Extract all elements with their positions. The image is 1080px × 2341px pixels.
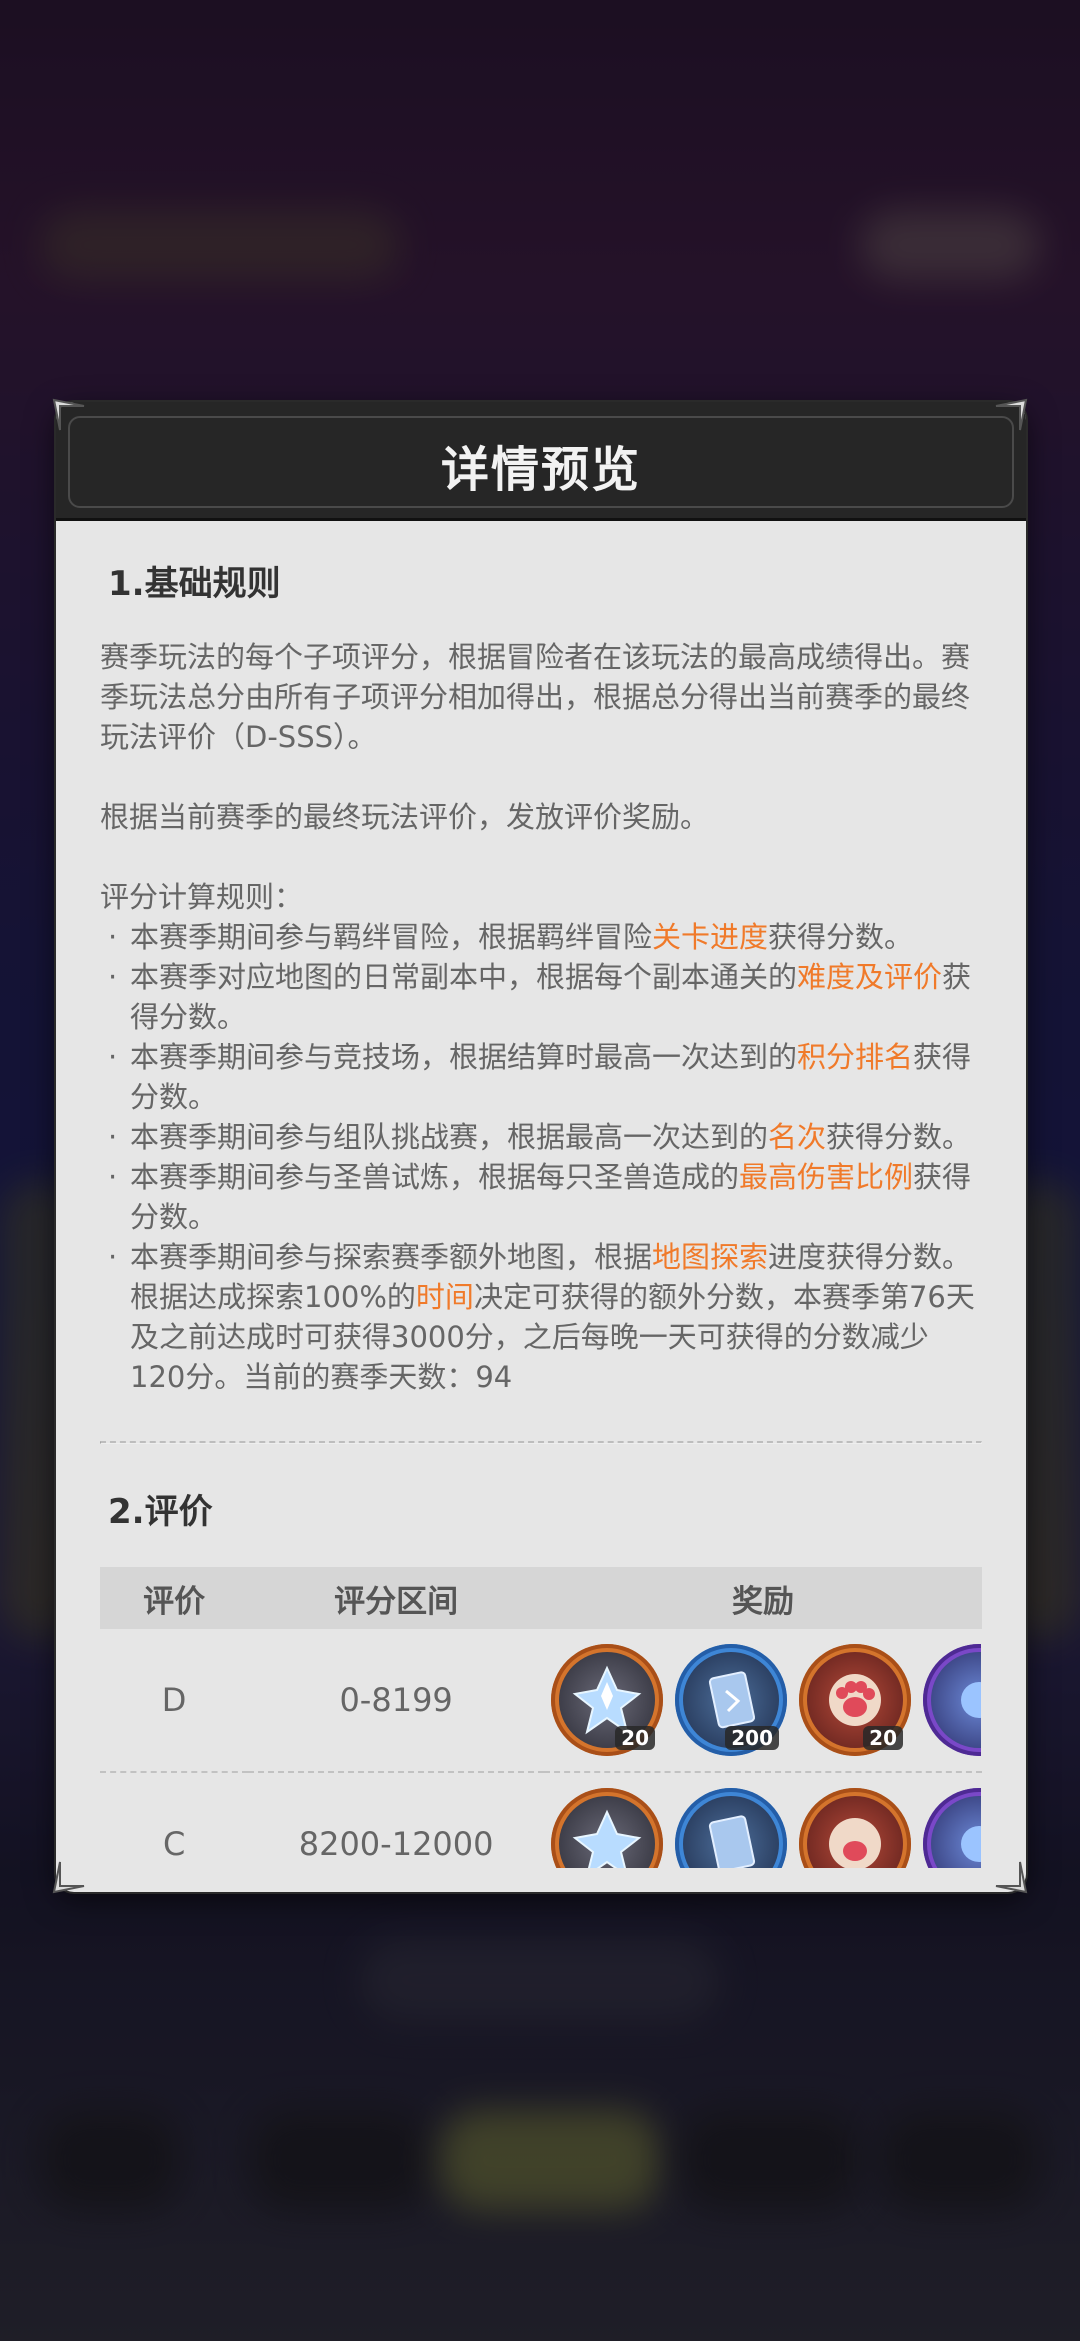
orb-icon xyxy=(961,1682,981,1718)
panel-header: 详情预览 xyxy=(56,402,1026,521)
table-row: D 0-8199 20 200 20 xyxy=(100,1629,982,1773)
section-title-basic-rules: 1.基础规则 xyxy=(100,556,295,611)
score-range-cell: 8200-12000 xyxy=(248,1772,544,1868)
reward-item[interactable] xyxy=(551,1788,663,1868)
paw-icon xyxy=(829,1674,881,1726)
crystal-icon xyxy=(572,1809,642,1868)
detail-preview-panel: 详情预览 1.基础规则 赛季玩法的每个子项评分，根据冒险者在该玩法的最高成绩得出… xyxy=(56,402,1026,1892)
rules-heading: 评分计算规则： xyxy=(100,880,304,914)
grade-cell: D xyxy=(100,1629,249,1773)
reward-note-text: 根据当前赛季的最终玩法评价，发放评价奖励。 xyxy=(100,800,710,834)
rule-item: 本赛季期间参与探索赛季额外地图，根据地图探索进度获得分数。根据达成探索100%的… xyxy=(100,1237,982,1397)
paw-icon xyxy=(829,1818,881,1868)
rewards-cell: 20 200 20 xyxy=(544,1629,982,1773)
rule-item: 本赛季对应地图的日常副本中，根据每个副本通关的难度及评价获得分数。 xyxy=(100,957,982,1037)
corner-ornament-top-right xyxy=(994,398,1028,432)
corner-ornament-top-left xyxy=(52,398,86,432)
corner-ornament-bottom-right xyxy=(994,1860,1028,1894)
rule-item: 本赛季期间参与竞技场，根据结算时最高一次达到的积分排名获得分数。 xyxy=(100,1037,982,1117)
intro-text: 赛季玩法的每个子项评分，根据冒险者在该玩法的最高成绩得出。赛季玩法总分由所有子项… xyxy=(100,640,971,754)
scoring-rules-list: 本赛季期间参与羁绊冒险，根据羁绊冒险关卡进度获得分数。 本赛季对应地图的日常副本… xyxy=(100,917,982,1397)
card-icon xyxy=(708,1671,756,1729)
reward-item[interactable] xyxy=(675,1788,787,1868)
reward-quantity: 20 xyxy=(615,1726,655,1750)
column-header-grade: 评价 xyxy=(100,1567,249,1629)
reward-item[interactable]: 20 xyxy=(799,1644,911,1756)
rating-table: 评价 评分区间 奖励 D 0-8199 20 200 20 C 8200-120… xyxy=(100,1567,982,1868)
rewards-cell xyxy=(544,1772,982,1868)
reward-item[interactable] xyxy=(923,1644,981,1756)
rule-item: 本赛季期间参与圣兽试炼，根据每只圣兽造成的最高伤害比例获得分数。 xyxy=(100,1157,982,1237)
reward-item[interactable] xyxy=(799,1788,911,1868)
panel-scroll-content[interactable]: 1.基础规则 赛季玩法的每个子项评分，根据冒险者在该玩法的最高成绩得出。赛季玩法… xyxy=(100,552,982,1868)
card-icon xyxy=(708,1815,756,1868)
panel-title: 详情预览 xyxy=(440,442,641,498)
reward-quantity: 200 xyxy=(725,1726,779,1750)
rule-item: 本赛季期间参与组队挑战赛，根据最高一次达到的名次获得分数。 xyxy=(100,1117,982,1157)
rule-item: 本赛季期间参与羁绊冒险，根据羁绊冒险关卡进度获得分数。 xyxy=(100,917,982,957)
reward-item[interactable]: 200 xyxy=(675,1644,787,1756)
section-divider xyxy=(100,1441,982,1444)
column-header-rewards: 奖励 xyxy=(544,1567,982,1629)
grade-cell: C xyxy=(100,1772,249,1868)
reward-quantity: 20 xyxy=(863,1726,903,1750)
orb-icon xyxy=(961,1826,981,1862)
reward-item[interactable] xyxy=(923,1788,981,1868)
corner-ornament-bottom-left xyxy=(52,1860,86,1894)
score-range-cell: 0-8199 xyxy=(248,1629,544,1773)
column-header-score-range: 评分区间 xyxy=(248,1567,544,1629)
reward-item[interactable]: 20 xyxy=(551,1644,663,1756)
section-title-rating: 2.评价 xyxy=(100,1484,227,1539)
table-row: C 8200-12000 xyxy=(100,1772,982,1868)
